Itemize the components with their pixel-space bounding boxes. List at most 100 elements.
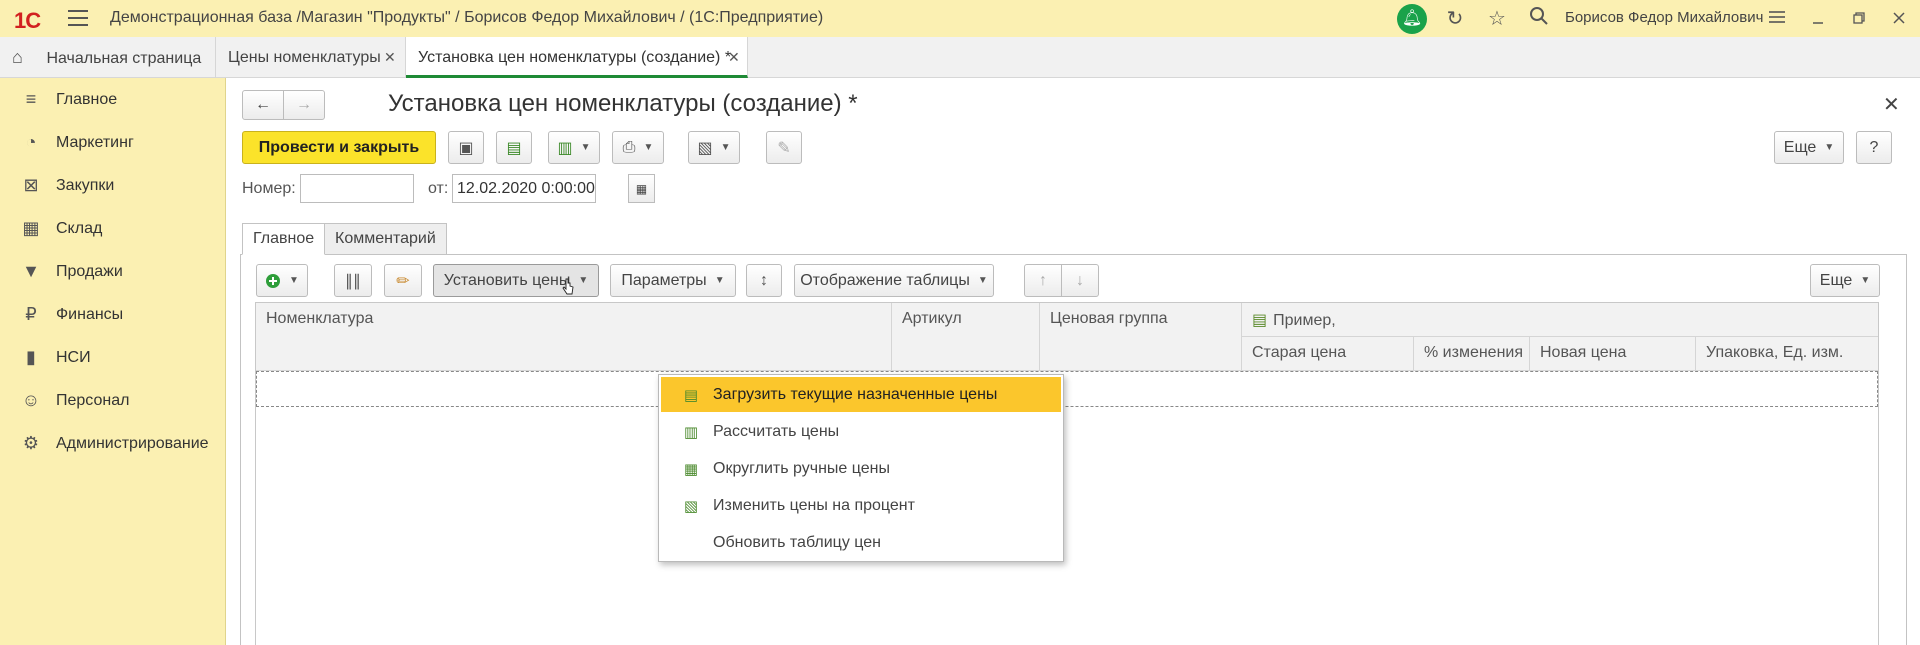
tab-comment[interactable]: Комментарий bbox=[324, 223, 447, 255]
table-row[interactable] bbox=[256, 371, 1878, 407]
date-label: от: bbox=[428, 180, 449, 197]
search-icon[interactable] bbox=[1526, 6, 1552, 32]
gear-icon: ⚙ bbox=[22, 433, 40, 453]
parameters-button[interactable]: Параметры ▼ bbox=[610, 264, 736, 297]
reports-button[interactable]: ▧ ▼ bbox=[688, 131, 740, 164]
tab-home[interactable]: ⌂ Начальная страница bbox=[0, 37, 216, 78]
more-button[interactable]: Еще ▼ bbox=[1774, 131, 1844, 164]
sidebar-item-label: Финансы bbox=[56, 305, 124, 323]
sidebar-item-warehouse[interactable]: ▦ Склад bbox=[0, 207, 226, 250]
tab-label: Установка цен номенклатуры (создание) * bbox=[418, 49, 732, 66]
expand-vertical-icon: ↕ bbox=[760, 271, 768, 289]
sidebar-item-personnel[interactable]: ☺ Персонал bbox=[0, 379, 226, 422]
minimize-icon[interactable] bbox=[1805, 6, 1831, 32]
sidebar-item-label: Склад bbox=[56, 219, 103, 237]
dropdown-arrow-icon: ▼ bbox=[714, 275, 725, 286]
load-prices-icon: ▤ bbox=[683, 386, 699, 404]
calendar-button[interactable]: ▦ bbox=[628, 174, 655, 203]
barcode-scan-button[interactable]: ∥∥ bbox=[334, 264, 372, 297]
sidebar-item-nsi[interactable]: ▮ НСИ bbox=[0, 336, 226, 379]
number-field[interactable] bbox=[300, 174, 414, 203]
sidebar-item-admin[interactable]: ⚙ Администрирование bbox=[0, 422, 226, 465]
close-form-icon[interactable]: ✕ bbox=[1883, 92, 1900, 117]
column-header-nomenclature[interactable]: Номенклатура bbox=[256, 303, 892, 371]
sidebar-item-label: НСИ bbox=[56, 348, 91, 366]
set-prices-label: Установить цены bbox=[443, 271, 571, 289]
sidebar-item-marketing[interactable]: ◔ Маркетинг bbox=[0, 121, 226, 164]
favorites-star-icon[interactable]: ☆ bbox=[1484, 6, 1510, 32]
set-prices-dropdown-menu: ▤ Загрузить текущие назначенные цены ▥ Р… bbox=[658, 374, 1064, 562]
printer-icon: ⎙ bbox=[622, 138, 636, 156]
create-based-on-button[interactable]: ▥ ▼ bbox=[548, 131, 600, 164]
post-button[interactable]: ▤ bbox=[496, 131, 532, 164]
date-field[interactable]: 12.02.2020 0:00:00 bbox=[452, 174, 596, 203]
sidebar-item-purchases[interactable]: ⊠ Закупки bbox=[0, 164, 226, 207]
table-more-button[interactable]: Еще ▼ bbox=[1810, 264, 1880, 297]
close-window-icon[interactable] bbox=[1886, 6, 1912, 32]
sidebar-item-sales[interactable]: ▼ Продажи bbox=[0, 250, 226, 293]
edit-button[interactable]: ✎ bbox=[766, 131, 802, 164]
current-user[interactable]: Борисов Федор Михайлович bbox=[1565, 9, 1763, 26]
number-label: Номер: bbox=[242, 180, 296, 197]
row-height-button[interactable]: ↕ bbox=[746, 264, 782, 297]
column-header-new-price[interactable]: Новая цена bbox=[1530, 337, 1696, 371]
print-button[interactable]: ⎙ ▼ bbox=[612, 131, 664, 164]
prices-table[interactable]: Номенклатура Артикул Ценовая группа ▤ При… bbox=[255, 302, 1879, 645]
history-icon[interactable]: ↻ bbox=[1442, 6, 1468, 32]
basket-icon: ▼ bbox=[22, 261, 40, 281]
column-header-article[interactable]: Артикул bbox=[892, 303, 1040, 371]
reports-icon: ▧ bbox=[697, 139, 713, 157]
back-button[interactable]: ← bbox=[242, 90, 284, 120]
tab-label: Цены номенклатуры bbox=[228, 49, 381, 66]
menu-item-label: Обновить таблицу цен bbox=[713, 533, 881, 551]
save-button[interactable]: ▣ bbox=[448, 131, 484, 164]
add-row-button[interactable]: ▼ bbox=[256, 264, 308, 297]
table-display-button[interactable]: Отображение таблицы ▼ bbox=[794, 264, 994, 297]
post-and-close-button[interactable]: Провести и закрыть bbox=[242, 131, 436, 164]
column-header-change-percent[interactable]: % изменения bbox=[1414, 337, 1530, 371]
column-header-price-group[interactable]: Ценовая группа bbox=[1040, 303, 1242, 371]
dropdown-arrow-icon: ▼ bbox=[643, 142, 654, 153]
column-header-package-unit[interactable]: Упаковка, Ед. изм. bbox=[1696, 337, 1878, 371]
close-tab-icon[interactable]: ✕ bbox=[728, 37, 740, 78]
menu-item-calculate-prices[interactable]: ▥ Рассчитать цены bbox=[661, 414, 1061, 449]
page-title: Установка цен номенклатуры (создание) * bbox=[388, 90, 858, 117]
change-percent-icon: ▧ bbox=[683, 497, 699, 515]
mouse-cursor-icon bbox=[562, 278, 574, 295]
tab-price-setting[interactable]: Установка цен номенклатуры (создание) * … bbox=[406, 37, 748, 78]
move-up-button[interactable]: ↑ bbox=[1024, 264, 1062, 297]
tab-main[interactable]: Главное bbox=[242, 223, 326, 255]
move-down-button[interactable]: ↓ bbox=[1061, 264, 1099, 297]
sidebar-item-label: Персонал bbox=[56, 391, 130, 409]
help-button[interactable]: ? bbox=[1856, 131, 1892, 164]
tab-prices[interactable]: Цены номенклатуры ✕ bbox=[216, 37, 406, 78]
column-header-example[interactable]: ▤ Пример, bbox=[1242, 303, 1878, 337]
settings-menu-icon[interactable] bbox=[1764, 6, 1790, 32]
sidebar-item-label: Главное bbox=[56, 90, 118, 108]
sidebar-item-label: Продажи bbox=[56, 262, 123, 280]
menu-item-change-by-percent[interactable]: ▧ Изменить цены на процент bbox=[661, 488, 1061, 523]
dropdown-arrow-icon: ▼ bbox=[720, 142, 731, 153]
calendar-icon: ▦ bbox=[635, 181, 648, 196]
sidebar-item-finance[interactable]: ₽ Финансы bbox=[0, 293, 226, 336]
arrow-right-icon: → bbox=[296, 96, 312, 113]
sidebar-item-main[interactable]: ≡ Главное bbox=[0, 78, 226, 121]
window-title: Демонстрационная база /Магазин "Продукты… bbox=[110, 9, 824, 26]
column-header-old-price[interactable]: Старая цена bbox=[1242, 337, 1414, 371]
set-prices-button[interactable]: Установить цены ▼ bbox=[433, 264, 599, 297]
create-based-icon: ▥ bbox=[557, 139, 573, 157]
menu-item-round-prices[interactable]: ▦ Округлить ручные цены bbox=[661, 451, 1061, 486]
restore-icon[interactable] bbox=[1846, 6, 1872, 32]
arrow-up-icon: ↑ bbox=[1039, 271, 1047, 289]
forward-button[interactable]: → bbox=[283, 90, 325, 120]
barcode-icon: ∥∥ bbox=[345, 272, 361, 290]
dropdown-arrow-icon: ▼ bbox=[580, 142, 591, 153]
fill-button[interactable]: ✏ bbox=[384, 264, 422, 297]
menu-item-load-current-prices[interactable]: ▤ Загрузить текущие назначенные цены bbox=[661, 377, 1061, 412]
main-menu-icon[interactable] bbox=[68, 10, 88, 26]
arrow-down-icon: ↓ bbox=[1076, 271, 1084, 289]
notifications-bell-icon[interactable]: 🔔︎ bbox=[1397, 4, 1427, 34]
column-header-label: Пример, bbox=[1273, 312, 1336, 329]
menu-item-refresh-table[interactable]: Обновить таблицу цен bbox=[661, 525, 1061, 560]
close-tab-icon[interactable]: ✕ bbox=[384, 37, 396, 78]
